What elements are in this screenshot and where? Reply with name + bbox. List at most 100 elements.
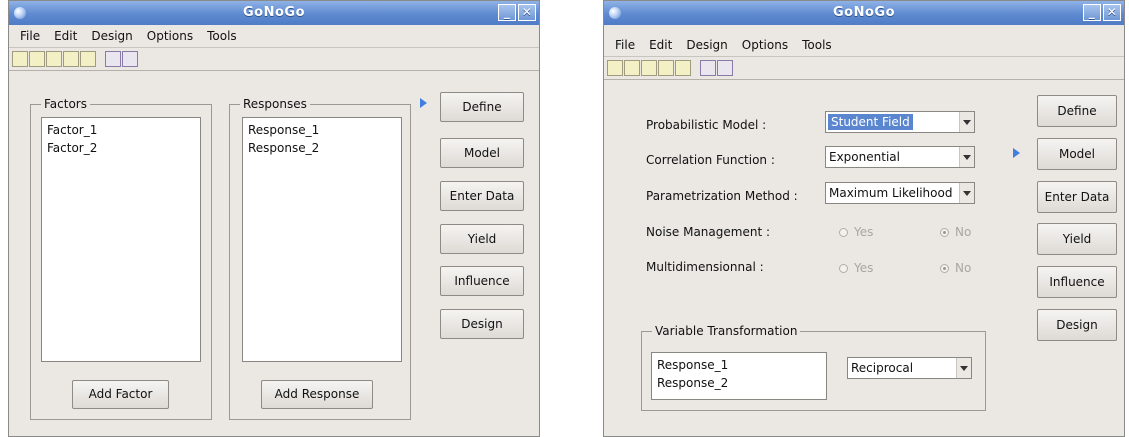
list-item[interactable]: Factor_2: [47, 139, 195, 157]
menu-file[interactable]: File: [608, 38, 642, 52]
title-bar[interactable]: GoNoGo _ ✕: [604, 1, 1124, 25]
transformation-list[interactable]: Response_1 Response_2: [651, 352, 827, 400]
list-item[interactable]: Factor_1: [47, 121, 195, 139]
corr-function-value: Exponential: [829, 150, 900, 164]
menu-design[interactable]: Design: [84, 29, 139, 43]
variable-transformation-group: Variable Transformation Response_1 Respo…: [641, 324, 986, 411]
factors-list[interactable]: Factor_1 Factor_2: [41, 117, 201, 362]
scatter-chart-icon[interactable]: [105, 51, 121, 67]
plot-chart-icon[interactable]: [122, 51, 138, 67]
influence-button[interactable]: Influence: [440, 266, 524, 296]
current-step-arrow-icon: [1013, 148, 1020, 158]
radio-icon: [839, 264, 848, 273]
prob-model-select[interactable]: Student Field: [825, 111, 975, 133]
factors-title: Factors: [41, 97, 90, 111]
radio-selected-icon: [940, 264, 949, 273]
save-icon[interactable]: [80, 51, 96, 67]
paste-icon[interactable]: [46, 51, 62, 67]
menu-tools[interactable]: Tools: [200, 29, 244, 43]
open-icon[interactable]: [658, 60, 674, 76]
chevron-down-icon[interactable]: [959, 147, 974, 167]
responses-title: Responses: [240, 97, 310, 111]
menu-options[interactable]: Options: [735, 38, 795, 52]
menu-design[interactable]: Design: [679, 38, 734, 52]
menu-edit[interactable]: Edit: [47, 29, 84, 43]
scatter-chart-icon[interactable]: [700, 60, 716, 76]
noise-label: Noise Management :: [646, 225, 771, 239]
list-item[interactable]: Response_2: [248, 139, 396, 157]
multidim-yes-radio[interactable]: Yes: [839, 261, 873, 275]
multidim-yes-label: Yes: [854, 261, 874, 275]
open-icon[interactable]: [63, 51, 79, 67]
toolbar: [604, 57, 1124, 80]
noise-no-radio[interactable]: No: [940, 225, 971, 239]
chevron-down-icon[interactable]: [959, 112, 974, 132]
transformation-select[interactable]: Reciprocal: [847, 357, 972, 379]
window-title: GoNoGo: [832, 5, 895, 20]
corr-function-label: Correlation Function :: [646, 153, 775, 167]
multidim-no-radio[interactable]: No: [940, 261, 971, 275]
model-button[interactable]: Model: [440, 138, 524, 168]
menu-bar: File Edit Design Options Tools: [9, 25, 539, 48]
add-factor-button[interactable]: Add Factor: [72, 380, 169, 409]
window-title: GoNoGo: [242, 5, 305, 20]
copy-icon[interactable]: [29, 51, 45, 67]
add-response-button[interactable]: Add Response: [261, 380, 373, 409]
define-button[interactable]: Define: [440, 92, 524, 122]
gonogo-window-factors: GoNoGo _ ✕ File Edit Design Options Tool…: [8, 0, 540, 437]
variable-transformation-title: Variable Transformation: [652, 324, 801, 338]
app-icon: [14, 7, 26, 19]
chevron-down-icon[interactable]: [959, 183, 974, 203]
title-bar[interactable]: GoNoGo _ ✕: [9, 1, 539, 25]
new-file-icon[interactable]: [607, 60, 623, 76]
influence-button[interactable]: Influence: [1037, 266, 1117, 298]
param-method-select[interactable]: Maximum Likelihood: [825, 182, 975, 204]
menu-tools[interactable]: Tools: [795, 38, 839, 52]
list-item[interactable]: Response_1: [248, 121, 396, 139]
noise-yes-label: Yes: [854, 225, 874, 239]
paste-icon[interactable]: [641, 60, 657, 76]
noise-no-label: No: [955, 225, 972, 239]
radio-icon: [839, 228, 848, 237]
copy-icon[interactable]: [624, 60, 640, 76]
enter-data-button[interactable]: Enter Data: [1037, 181, 1117, 213]
param-method-label: Parametrization Method :: [646, 189, 798, 203]
yield-button[interactable]: Yield: [1037, 223, 1117, 255]
menu-bar: File Edit Design Options Tools: [604, 34, 1124, 57]
multidim-label: Multidimensionnal :: [646, 260, 764, 274]
toolbar: [9, 48, 539, 71]
current-step-arrow-icon: [420, 98, 427, 108]
corr-function-select[interactable]: Exponential: [825, 146, 975, 168]
noise-yes-radio[interactable]: Yes: [839, 225, 873, 239]
menu-options[interactable]: Options: [140, 29, 200, 43]
list-item[interactable]: Response_1: [657, 356, 821, 374]
factors-group: Factors Factor_1 Factor_2 Add Factor: [30, 97, 212, 420]
minimize-button[interactable]: _: [1083, 4, 1101, 21]
define-button[interactable]: Define: [1037, 95, 1117, 127]
radio-selected-icon: [940, 228, 949, 237]
menu-edit[interactable]: Edit: [642, 38, 679, 52]
yield-button[interactable]: Yield: [440, 224, 524, 254]
param-method-value: Maximum Likelihood: [829, 186, 953, 200]
close-button[interactable]: ✕: [518, 4, 536, 21]
transformation-value: Reciprocal: [851, 361, 914, 375]
list-item[interactable]: Response_2: [657, 374, 821, 392]
close-button[interactable]: ✕: [1103, 4, 1121, 21]
save-icon[interactable]: [675, 60, 691, 76]
gonogo-window-model: GoNoGo _ ✕ File Edit Design Options Tool…: [603, 0, 1125, 437]
plot-chart-icon[interactable]: [717, 60, 733, 76]
app-icon: [609, 7, 621, 19]
enter-data-button[interactable]: Enter Data: [440, 181, 524, 211]
minimize-button[interactable]: _: [498, 4, 516, 21]
prob-model-label: Probabilistic Model :: [646, 118, 767, 132]
multidim-no-label: No: [955, 261, 972, 275]
menu-file[interactable]: File: [13, 29, 47, 43]
responses-list[interactable]: Response_1 Response_2: [242, 117, 402, 362]
design-button[interactable]: Design: [1037, 309, 1117, 341]
model-button[interactable]: Model: [1037, 138, 1117, 170]
new-file-icon[interactable]: [12, 51, 28, 67]
prob-model-value: Student Field: [828, 114, 913, 130]
chevron-down-icon[interactable]: [956, 358, 971, 378]
design-button[interactable]: Design: [440, 309, 524, 339]
responses-group: Responses Response_1 Response_2 Add Resp…: [229, 97, 411, 420]
